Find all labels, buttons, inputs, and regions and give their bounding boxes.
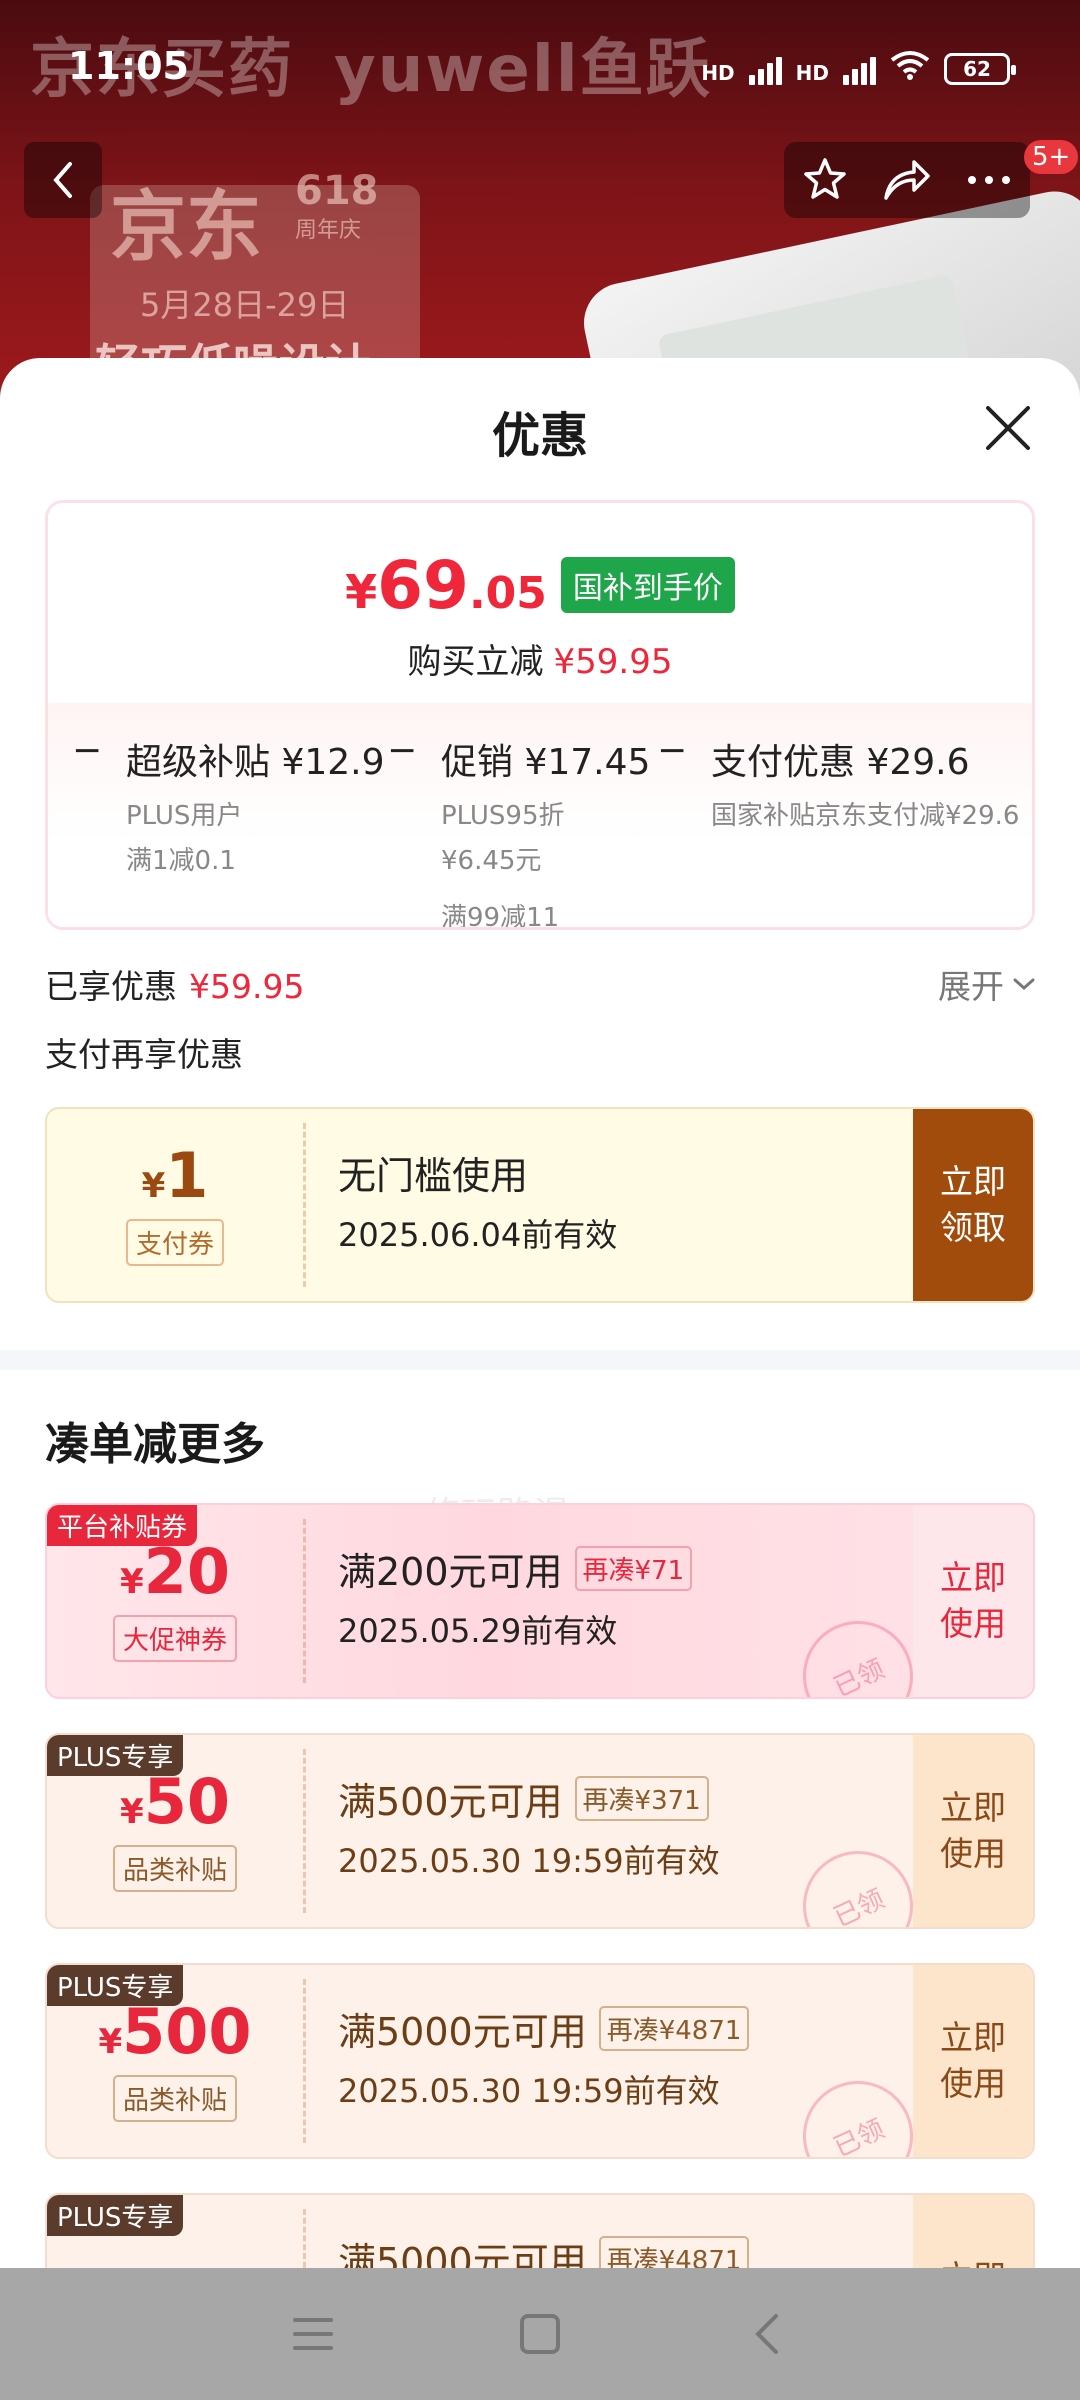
home-button[interactable] <box>500 2294 580 2374</box>
platform-coupon: 平台补贴券 ¥20 大促神券 满200元可用 再凑¥71 2025.05.29前有… <box>45 1503 1035 1699</box>
menu-icon <box>293 2318 334 2350</box>
share-button[interactable] <box>872 145 942 215</box>
close-icon <box>986 406 1030 450</box>
coupon-condition: 满200元可用 再凑¥71 <box>338 1541 913 1596</box>
net-type-1: HD <box>701 61 735 85</box>
coupon-amount: ¥1 <box>141 1138 209 1212</box>
recent-apps-button[interactable] <box>273 2294 353 2374</box>
share-icon <box>884 160 930 200</box>
use-coupon-button[interactable]: 立即 使用 <box>913 1735 1033 1927</box>
plus-coupon: PLUS专享 ¥500 品类补贴 满5000元可用 再凑¥4871 2025.05… <box>45 1963 1035 2159</box>
gap-amount-tag: 再凑¥4871 <box>598 2006 750 2051</box>
coupon-type: 支付券 <box>125 1218 224 1266</box>
pay-more-label: 支付再享优惠 <box>45 1035 243 1074</box>
coupon-condition: 满500元可用 再凑¥371 <box>338 1771 913 1826</box>
festival-date: 5月28日-29日 <box>140 286 350 324</box>
back-button[interactable] <box>24 142 102 218</box>
coupon-condition: 无门槛使用 <box>338 1154 529 1198</box>
breakdown-payment: − 支付优惠 ¥29.6 国家补贴京东支付减¥29.6 <box>657 730 1020 832</box>
coupon-type: 品类补贴 <box>112 1844 237 1892</box>
use-coupon-button[interactable]: 立即 使用 <box>913 1505 1033 1697</box>
coupon-type: 大促神券 <box>112 1614 237 1662</box>
more-discount-title: 凑单减更多 <box>45 1419 265 1470</box>
enjoyed-discount: 已享优惠 ¥59.95 <box>45 967 305 1006</box>
coupon-validity: 2025.06.04前有效 <box>338 1216 618 1254</box>
net-type-2: HD <box>795 61 829 85</box>
more-dots-icon <box>968 176 1010 184</box>
system-back-button[interactable] <box>727 2294 807 2374</box>
status-time: 11:05 <box>68 44 189 88</box>
system-nav-bar <box>0 2268 1080 2400</box>
signal-icon <box>748 57 782 85</box>
use-coupon-button[interactable]: 立即 使用 <box>913 1965 1033 2157</box>
sheet-title: 优惠 <box>491 408 588 464</box>
festival-title: 京东 <box>110 182 262 271</box>
final-price: ¥69.05 <box>345 547 547 624</box>
expand-button[interactable]: 展开 <box>938 960 1036 1008</box>
coupon-condition: 满5000元可用 再凑¥4871 <box>338 2001 913 2056</box>
signal-icon <box>843 57 876 85</box>
section-divider <box>0 1350 1080 1370</box>
star-icon <box>804 158 846 199</box>
claim-coupon-button[interactable]: 立即 领取 <box>913 1109 1033 1301</box>
chevron-left-icon <box>53 162 72 198</box>
gap-amount-tag: 再凑¥4871 <box>598 2236 750 2268</box>
plus-coupon: PLUS专享 ¥50 品类补贴 满500元可用 再凑¥371 2025.05.30… <box>45 1733 1035 1929</box>
gov-subsidy-tag: 国补到手价 <box>560 557 735 613</box>
festival-618: 618 <box>295 168 379 214</box>
square-home-icon <box>519 2314 560 2354</box>
wifi-icon <box>890 50 930 85</box>
coupon-condition: 满5000元可用 再凑¥4871 <box>338 2231 913 2268</box>
favorite-button[interactable] <box>790 145 860 215</box>
nav-actions <box>784 142 1030 218</box>
coupon-amount: ¥50 <box>120 1764 230 1838</box>
breakdown-promotion: − 促销 ¥17.45 PLUS95折 ¥6.45元 满99减11 <box>387 730 651 930</box>
battery-icon: 62 <box>944 53 1016 85</box>
message-count-badge: 5+ <box>1024 140 1079 174</box>
price-summary-card: ¥69.05 国补到手价 购买立减 ¥59.95 − 超级补贴 ¥12.9 PLU… <box>45 500 1035 930</box>
instant-reduce: 购买立减 ¥59.95 <box>407 642 673 682</box>
coupon-amount: ¥20 <box>120 1534 230 1608</box>
gap-amount-tag: 再凑¥371 <box>574 1776 709 1821</box>
gap-amount-tag: 再凑¥71 <box>574 1546 693 1591</box>
pay-coupon: ¥1 支付券 无门槛使用 2025.06.04前有效 立即 领取 <box>45 1107 1035 1303</box>
coupon-amount: ¥500 <box>98 1994 252 2068</box>
coupon-type: 品类补贴 <box>112 2074 237 2122</box>
close-button[interactable] <box>980 400 1036 456</box>
use-coupon-button[interactable]: 立即 <box>913 2195 1033 2268</box>
breakdown-super-subsidy: − 超级补贴 ¥12.9 PLUS用户 满1减0.1 <box>72 730 385 877</box>
chevron-down-icon <box>1013 978 1035 991</box>
festival-anniversary: 周年庆 <box>295 218 362 243</box>
more-button[interactable] <box>954 145 1024 215</box>
triangle-back-icon <box>754 2314 778 2354</box>
plus-coupon: PLUS专享 ¥600 满5000元可用再凑¥4871 立即 <box>45 2193 1035 2268</box>
status-bar: 11:05 HD HD 62 <box>0 0 1080 130</box>
discount-sheet: 优惠 ¥69.05 国补到手价 购买立减¥59.95 − 超级补贴 ¥12.9 <box>0 358 1080 2268</box>
